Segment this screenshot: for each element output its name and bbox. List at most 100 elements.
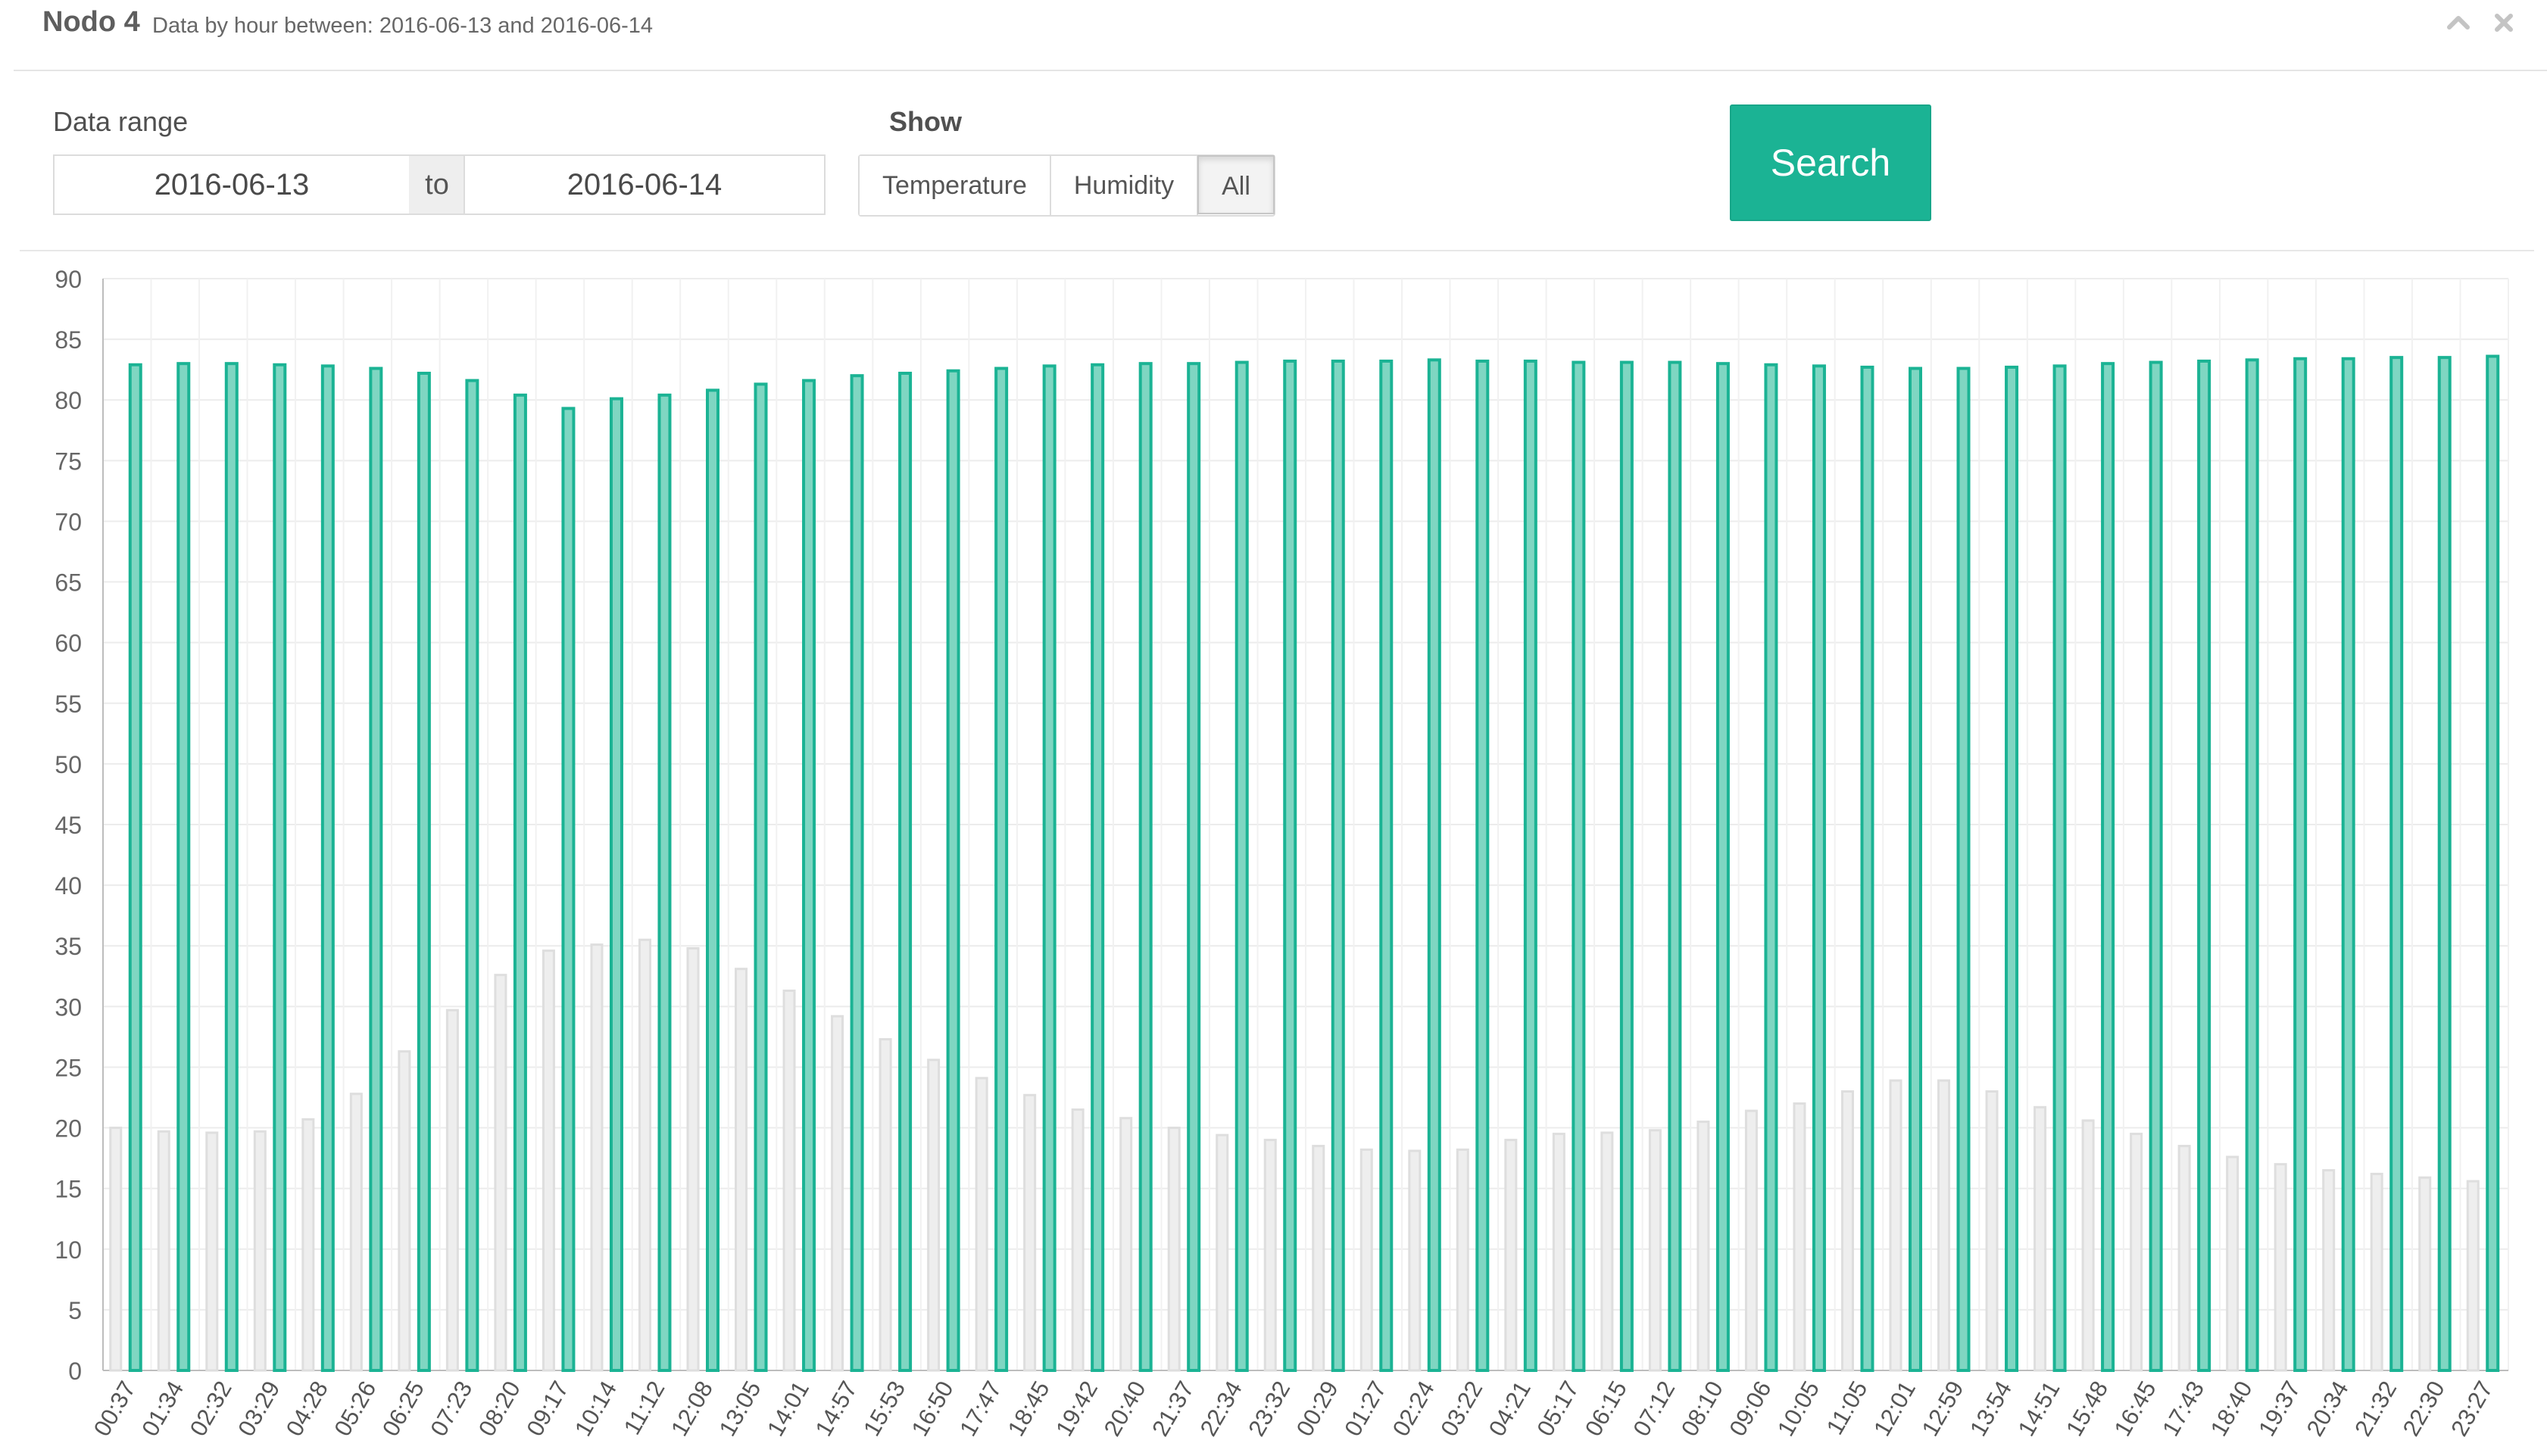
temperature-bar (782, 990, 796, 1372)
x-tick-label: 06:15 (1580, 1376, 1632, 1441)
temperature-bar (638, 938, 651, 1372)
x-tick-label: 11:12 (619, 1376, 670, 1439)
temperature-bar (2322, 1169, 2336, 1372)
humidity-bar (561, 407, 576, 1373)
humidity-bar (369, 366, 383, 1372)
humidity-bar (657, 393, 672, 1372)
temperature-bar (253, 1130, 267, 1372)
y-tick-label: 50 (55, 751, 82, 778)
humidity-bar (1572, 360, 1586, 1372)
temperature-bar (2226, 1155, 2240, 1372)
y-tick-label: 40 (55, 872, 82, 899)
humidity-bar (513, 393, 527, 1372)
humidity-bar (1715, 362, 1730, 1373)
x-tick-label: 12:08 (666, 1376, 718, 1441)
humidity-bar (1427, 358, 1441, 1373)
x-tick-label: 21:37 (1147, 1376, 1199, 1441)
x-tick-label: 01:34 (136, 1376, 189, 1441)
temperature-bar (1504, 1139, 1518, 1372)
temperature-bar (1456, 1148, 1469, 1372)
show-humidity-button[interactable]: Humidity (1050, 156, 1199, 215)
x-tick-label: 19:42 (1050, 1376, 1103, 1441)
humidity-bar (1042, 364, 1057, 1373)
panel-subtitle: Data by hour between: 2016-06-13 and 201… (152, 14, 654, 38)
date-to-input[interactable]: 2016-06-14 (464, 154, 826, 215)
temperature-bar (1552, 1133, 1565, 1372)
humidity-bar (2437, 356, 2452, 1373)
y-tick-label: 65 (55, 569, 82, 597)
show-all-button[interactable]: All (1197, 155, 1275, 214)
humidity-bar (1283, 359, 1297, 1372)
temperature-bar (590, 943, 604, 1372)
temperature-bar (109, 1127, 123, 1372)
temperature-bar (301, 1118, 315, 1372)
chevron-up-icon[interactable] (2443, 9, 2474, 39)
humidity-bar (128, 363, 142, 1372)
x-tick-label: 09:06 (1724, 1376, 1776, 1441)
temperature-bar (349, 1093, 363, 1372)
humidity-bar (898, 371, 913, 1372)
temperature-bar (2418, 1176, 2432, 1372)
x-tick-label: 08:20 (473, 1376, 526, 1441)
temperature-bar (735, 968, 748, 1372)
humidity-bar (2101, 362, 2115, 1373)
x-tick-label: 23:27 (2446, 1376, 2498, 1441)
temperature-bar (879, 1038, 892, 1372)
search-button[interactable]: Search (1730, 104, 1931, 221)
y-tick-label: 5 (68, 1297, 82, 1324)
x-tick-label: 16:45 (2109, 1376, 2162, 1441)
y-tick-label: 20 (55, 1115, 82, 1143)
y-tick-label: 75 (55, 447, 82, 475)
humidity-bar (1956, 366, 1971, 1372)
temperature-bar (1408, 1149, 1422, 1372)
temperature-bar (1985, 1090, 1999, 1372)
humidity-bar (2149, 360, 2163, 1372)
humidity-bar (417, 371, 431, 1372)
date-to-addon: to (409, 154, 465, 215)
x-tick-label: 15:48 (2061, 1376, 2113, 1441)
y-tick-label: 70 (55, 508, 82, 535)
x-tick-label: 18:40 (2205, 1376, 2258, 1441)
form-divider (20, 250, 2534, 251)
humidity-bar (1379, 359, 1394, 1372)
x-tick-label: 16:50 (907, 1376, 959, 1441)
show-temperature-button[interactable]: Temperature (860, 156, 1051, 215)
temperature-bar (445, 1009, 459, 1372)
y-tick-label: 90 (55, 266, 82, 293)
date-from-input[interactable]: 2016-06-13 (53, 154, 410, 215)
temperature-bar (1119, 1117, 1133, 1372)
x-tick-label: 02:24 (1387, 1376, 1440, 1441)
temperature-bar (1167, 1127, 1181, 1372)
temperature-bar (2177, 1145, 2191, 1372)
x-tick-label: 05:17 (1531, 1376, 1584, 1441)
x-tick-label: 07:12 (1628, 1376, 1680, 1441)
x-tick-label: 07:23 (425, 1376, 477, 1441)
panel-header: Nodo 4 Data by hour between: 2016-06-13 … (0, 0, 2547, 70)
x-tick-label: 22:30 (2398, 1376, 2450, 1441)
y-tick-label: 30 (55, 993, 82, 1021)
x-tick-label: 04:21 (1484, 1376, 1536, 1441)
x-tick-label: 00:29 (1291, 1376, 1344, 1441)
temperature-bar (1648, 1129, 1662, 1372)
humidity-bar (1523, 359, 1537, 1372)
humidity-bar (706, 388, 719, 1373)
humidity-bar (1812, 364, 1826, 1373)
y-tick-label: 0 (68, 1358, 82, 1385)
humidity-bar (1619, 360, 1634, 1372)
temperature-bar (975, 1077, 988, 1372)
temperature-bar (2466, 1180, 2480, 1372)
close-icon[interactable] (2489, 9, 2519, 39)
data-range-label: Data range (53, 106, 189, 137)
humidity-bar (1138, 362, 1153, 1373)
temperature-bar (205, 1131, 219, 1372)
humidity-bar (946, 369, 960, 1372)
temperature-bar (2130, 1133, 2143, 1372)
y-tick-label: 60 (55, 630, 82, 657)
humidity-bar (465, 379, 479, 1372)
humidity-bar (2197, 359, 2211, 1372)
temperature-bar (1889, 1079, 1902, 1372)
temperature-bar (1744, 1109, 1758, 1372)
humidity-bar (2245, 358, 2259, 1373)
x-tick-label: 06:25 (377, 1376, 429, 1441)
temperature-bar (1793, 1102, 1806, 1372)
